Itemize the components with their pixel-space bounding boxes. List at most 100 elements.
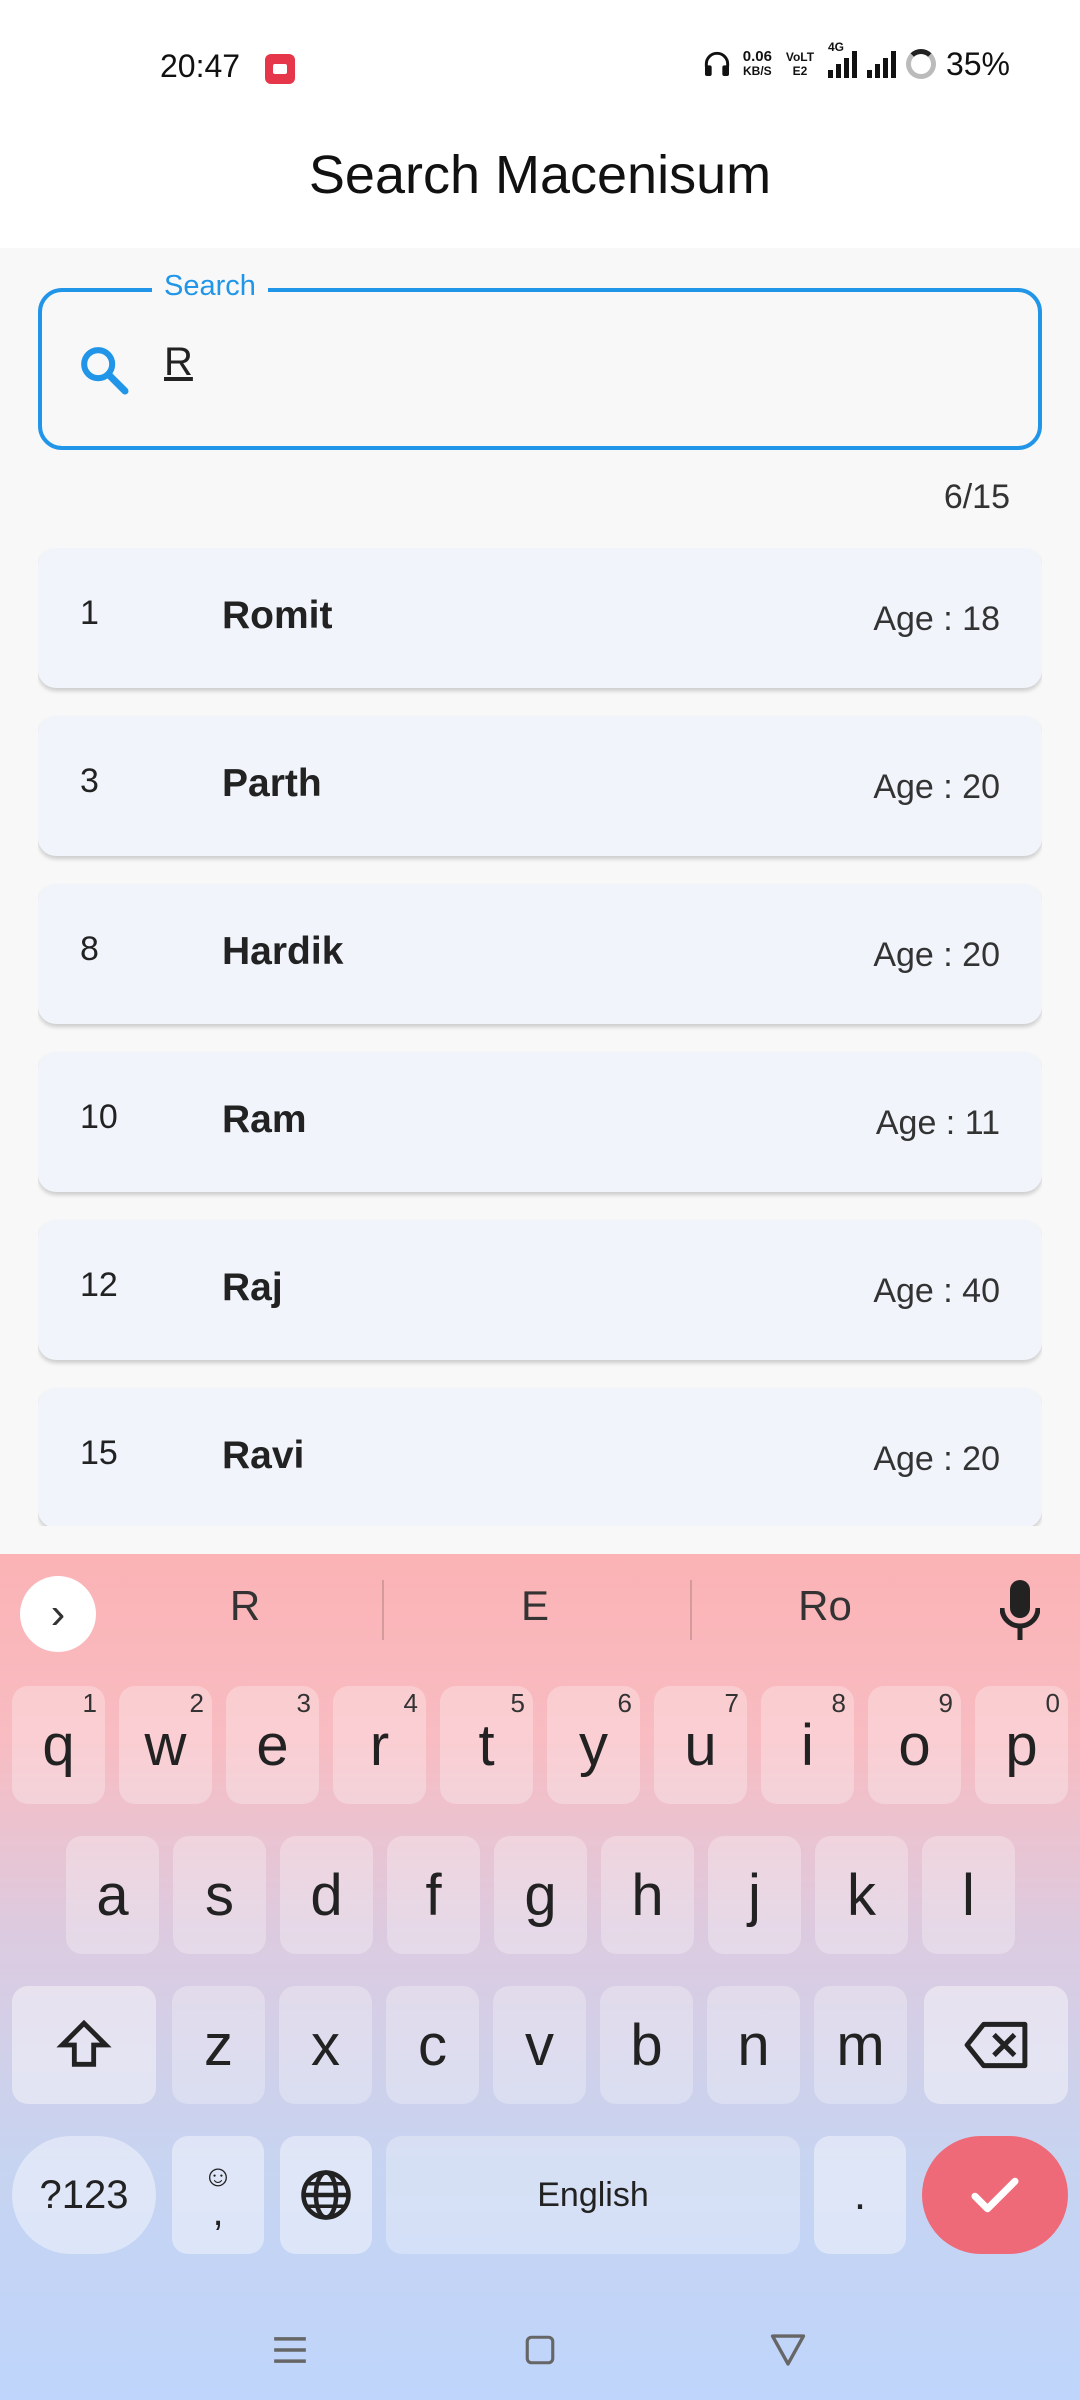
key-t[interactable]: t5	[440, 1686, 533, 1804]
list-item[interactable]: 8 Hardik Age : 20	[38, 884, 1042, 1024]
key-label: f	[425, 1862, 442, 1928]
suggestion-3[interactable]: Ro	[735, 1582, 915, 1630]
enter-key[interactable]	[922, 2136, 1068, 2254]
key-hint: 1	[82, 1688, 97, 1718]
suggestion-2[interactable]: E	[445, 1582, 625, 1630]
back-icon[interactable]	[758, 2320, 818, 2380]
list-item[interactable]: 1 Romit Age : 18	[38, 548, 1042, 688]
symbols-key[interactable]: ?123	[12, 2136, 156, 2254]
item-age: Age : 20	[873, 768, 1000, 806]
key-a[interactable]: a	[66, 1836, 159, 1954]
list-item[interactable]: 10 Ram Age : 11	[38, 1052, 1042, 1192]
key-label: c	[418, 2012, 447, 2078]
key-h[interactable]: h	[601, 1836, 694, 1954]
key-i[interactable]: i8	[761, 1686, 854, 1804]
key-label: p	[1005, 1712, 1038, 1778]
suggestion-bar: › R E Ro	[0, 1554, 1080, 1664]
key-label: y	[579, 1712, 608, 1778]
key-j[interactable]: j	[708, 1836, 801, 1954]
item-id: 10	[80, 1098, 118, 1136]
key-label: n	[737, 2012, 770, 2078]
home-icon[interactable]	[510, 2320, 570, 2380]
space-key[interactable]: English	[386, 2136, 800, 2254]
key-s[interactable]: s	[173, 1836, 266, 1954]
key-hint: 9	[938, 1688, 953, 1718]
backspace-key[interactable]	[924, 1986, 1068, 2104]
key-hint: 0	[1045, 1688, 1060, 1718]
key-z[interactable]: z	[172, 1986, 265, 2104]
key-label: r	[369, 1712, 390, 1778]
key-c[interactable]: c	[386, 1986, 479, 2104]
key-p[interactable]: p0	[975, 1686, 1068, 1804]
key-label: i	[801, 1712, 814, 1778]
item-name: Raj	[222, 1266, 283, 1309]
app-bar: Search Macenisum	[0, 130, 1080, 248]
item-age: Age : 18	[873, 600, 1000, 638]
key-label: u	[684, 1712, 717, 1778]
search-label: Search	[152, 270, 268, 303]
key-k[interactable]: k	[815, 1836, 908, 1954]
headphones-icon	[704, 51, 729, 76]
navigation-bar	[0, 2290, 1080, 2400]
emoji-icon: ☺	[202, 2160, 234, 2193]
key-l[interactable]: l	[922, 1836, 1015, 1954]
key-label: t	[478, 1712, 495, 1778]
battery-percent: 35%	[945, 45, 1010, 82]
key-hint: 6	[617, 1688, 632, 1718]
key-label: j	[748, 1862, 761, 1928]
item-id: 3	[80, 762, 99, 800]
key-label: x	[311, 2012, 340, 2078]
volte-label: VoLTE2	[785, 50, 815, 78]
key-g[interactable]: g	[494, 1836, 587, 1954]
key-r[interactable]: r4	[333, 1686, 426, 1804]
list-item[interactable]: 3 Parth Age : 20	[38, 716, 1042, 856]
status-icons: 0.06 KB/S VoLTE2 4G 35%	[701, 40, 1010, 84]
chevron-right-icon[interactable]: ›	[20, 1576, 96, 1652]
item-name: Hardik	[222, 930, 344, 973]
item-id: 1	[80, 594, 99, 632]
microphone-icon[interactable]	[1000, 1580, 1040, 1640]
list-item[interactable]: 12 Raj Age : 40	[38, 1220, 1042, 1360]
key-x[interactable]: x	[279, 1986, 372, 2104]
item-id: 8	[80, 930, 99, 968]
signal-bars-icon	[827, 50, 857, 78]
key-hint: 5	[510, 1688, 525, 1718]
key-v[interactable]: v	[493, 1986, 586, 2104]
shift-key[interactable]	[12, 1986, 156, 2104]
language-key[interactable]	[280, 2136, 372, 2254]
key-m[interactable]: m	[814, 1986, 907, 2104]
result-count: 6/15	[943, 478, 1010, 516]
item-age: Age : 11	[875, 1104, 1000, 1142]
result-list[interactable]: 1 Romit Age : 18 3 Parth Age : 20 8 Hard…	[38, 548, 1042, 1526]
key-f[interactable]: f	[387, 1836, 480, 1954]
emoji-comma-key[interactable]: ☺ ,	[172, 2136, 264, 2254]
key-label: l	[962, 1862, 975, 1928]
key-hint: 4	[403, 1688, 418, 1718]
key-q[interactable]: q1	[12, 1686, 105, 1804]
globe-icon	[301, 2170, 351, 2220]
key-u[interactable]: u7	[654, 1686, 747, 1804]
item-name: Parth	[222, 762, 322, 805]
key-d[interactable]: d	[280, 1836, 373, 1954]
soft-keyboard: › R E Ro ?123 ☺ , English . q 1 w 2 e 3 …	[0, 1554, 1080, 2400]
key-n[interactable]: n	[707, 1986, 800, 2104]
period-key[interactable]: .	[814, 2136, 906, 2254]
key-b[interactable]: b	[600, 1986, 693, 2104]
menu-icon[interactable]	[260, 2320, 320, 2380]
search-field[interactable]: Search R	[38, 270, 1042, 450]
search-input[interactable]: R	[164, 340, 193, 385]
key-label: m	[836, 2012, 885, 2078]
suggestion-1[interactable]: R	[155, 1582, 335, 1630]
key-y[interactable]: y6	[547, 1686, 640, 1804]
list-item[interactable]: 15 Ravi Age : 20	[38, 1388, 1042, 1526]
key-e[interactable]: e3	[226, 1686, 319, 1804]
key-hint: 7	[724, 1688, 739, 1718]
key-label: v	[525, 2012, 554, 2078]
key-label: w	[144, 1712, 187, 1778]
key-label: e	[256, 1712, 289, 1778]
shift-icon	[56, 2019, 112, 2067]
backspace-icon	[964, 2021, 1028, 2069]
item-age: Age : 20	[873, 1440, 1000, 1478]
key-o[interactable]: o9	[868, 1686, 961, 1804]
key-w[interactable]: w2	[119, 1686, 212, 1804]
